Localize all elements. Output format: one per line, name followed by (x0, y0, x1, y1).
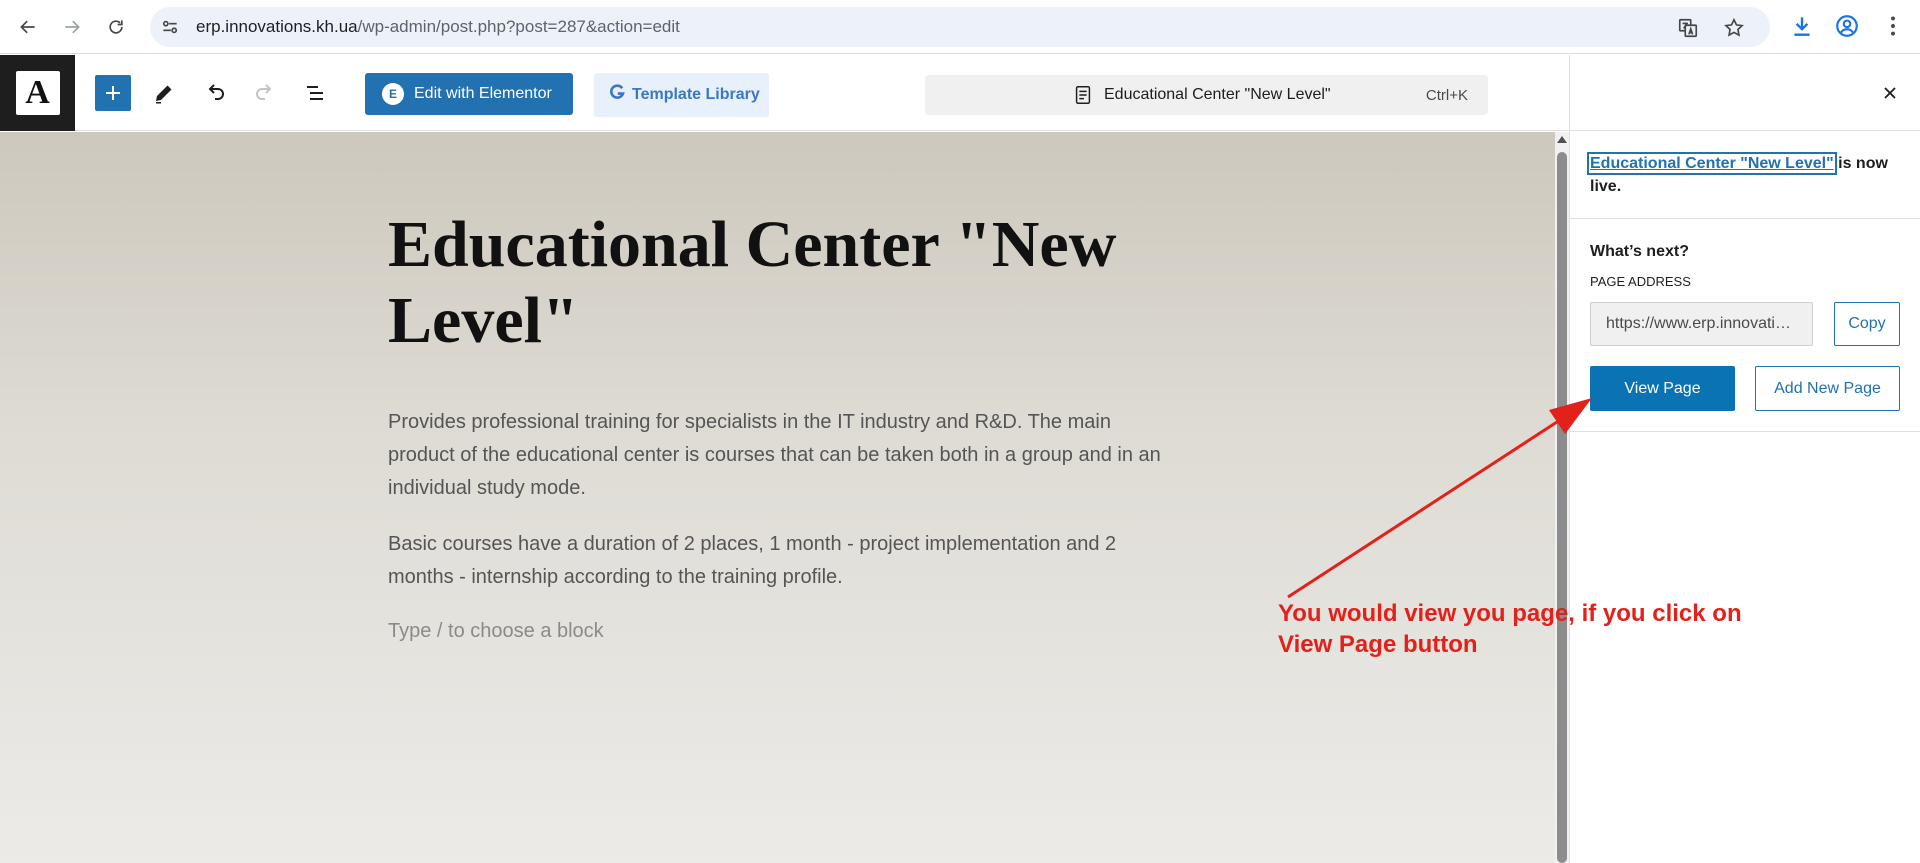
add-block-button[interactable] (95, 75, 131, 111)
post-title[interactable]: Educational Center "New Level" (388, 207, 1148, 359)
annotation-text: You would view you page, if you click on… (1278, 600, 1742, 658)
template-library-icon (608, 83, 626, 107)
page-address-field[interactable]: https://www.erp.innovations.kh.ua/educat… (1590, 302, 1813, 346)
site-logo-button[interactable]: A (0, 55, 75, 131)
template-library-button[interactable]: Template Library (594, 73, 769, 117)
add-new-page-button[interactable]: Add New Page (1755, 366, 1900, 411)
address-bar[interactable]: erp.innovations.kh.ua/wp-admin/post.php?… (150, 7, 1770, 47)
divider (1570, 431, 1920, 432)
document-title: Educational Center "New Level" (1104, 86, 1331, 103)
site-settings-icon[interactable] (160, 17, 180, 37)
url-host: erp.innovations.kh.ua (196, 17, 358, 36)
plus-icon (106, 86, 120, 100)
post-title-link[interactable]: Educational Center "New Level" (1587, 152, 1837, 175)
template-library-label: Template Library (632, 86, 760, 103)
browser-toolbar: erp.innovations.kh.ua/wp-admin/post.php?… (0, 0, 1920, 54)
editor-toolbar: A E Edit with Elementor Template Library… (0, 55, 1570, 131)
edit-with-elementor-button[interactable]: E Edit with Elementor (365, 73, 573, 115)
redo-button[interactable] (247, 75, 283, 111)
document-bar[interactable]: Educational Center "New Level" Ctrl+K (925, 75, 1488, 115)
translate-icon[interactable] (1677, 17, 1699, 39)
page-address-label: PAGE ADDRESS (1590, 274, 1691, 289)
close-panel-button[interactable] (1875, 78, 1905, 108)
edit-with-elementor-label: Edit with Elementor (414, 85, 552, 102)
panel-header (1570, 55, 1920, 131)
post-publish-panel: Educational Center "New Level" is now li… (1569, 55, 1920, 863)
profile-icon[interactable] (1834, 13, 1860, 39)
download-icon[interactable] (1789, 13, 1815, 39)
scroll-up-arrow[interactable] (1557, 136, 1567, 143)
whats-next-heading: What’s next? (1590, 243, 1689, 260)
list-view-icon (307, 86, 323, 100)
block-placeholder[interactable]: Type / to choose a block (388, 620, 604, 643)
url-path: /wp-admin/post.php?post=287&action=edit (357, 17, 680, 36)
view-page-button[interactable]: View Page (1590, 366, 1735, 411)
divider (1570, 218, 1920, 219)
scrollbar-thumb[interactable] (1557, 152, 1567, 863)
back-icon[interactable] (12, 11, 44, 43)
star-icon[interactable] (1723, 17, 1745, 39)
paragraph-block[interactable]: Provides professional training for speci… (388, 406, 1163, 505)
undo-button[interactable] (197, 75, 233, 111)
url-text: erp.innovations.kh.ua/wp-admin/post.php?… (196, 17, 680, 37)
elementor-icon: E (382, 83, 404, 105)
close-icon (1884, 87, 1896, 99)
editor-canvas[interactable]: Educational Center "New Level" Provides … (0, 132, 1555, 863)
menu-icon[interactable] (1880, 13, 1906, 39)
forward-icon[interactable] (56, 11, 88, 43)
page-icon (1075, 86, 1091, 104)
site-logo: A (15, 71, 60, 115)
published-message: Educational Center "New Level" is now li… (1587, 152, 1905, 198)
canvas-scrollbar[interactable] (1555, 132, 1569, 863)
command-shortcut: Ctrl+K (1425, 87, 1468, 104)
document-overview-button[interactable] (297, 75, 333, 111)
paragraph-block[interactable]: Basic courses have a duration of 2 place… (388, 528, 1163, 594)
reload-icon[interactable] (100, 11, 132, 43)
redo-icon (256, 84, 272, 100)
tools-button[interactable] (146, 75, 182, 111)
undo-icon (208, 84, 224, 100)
pencil-icon (156, 85, 172, 104)
copy-button[interactable]: Copy (1834, 302, 1900, 346)
